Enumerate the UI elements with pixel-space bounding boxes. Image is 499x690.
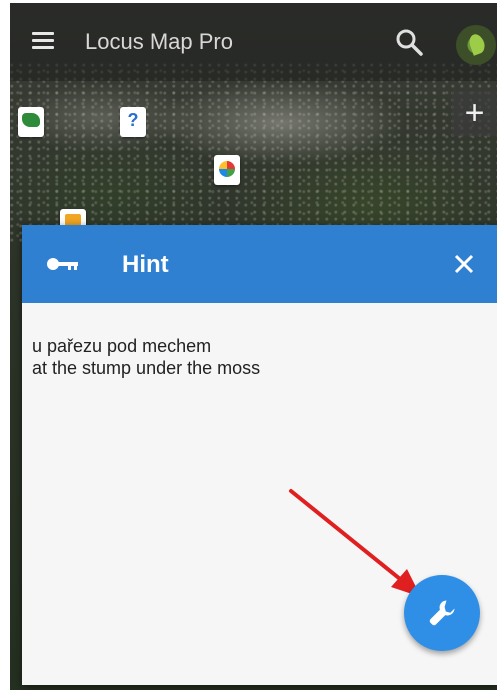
app-title: Locus Map Pro [85, 29, 233, 54]
dialog-header: Hint [22, 225, 497, 303]
leaf-marker-icon[interactable] [18, 107, 44, 137]
search-icon[interactable] [394, 27, 424, 57]
hint-line-english: at the stump under the moss [32, 358, 261, 378]
menu-icon[interactable] [32, 32, 54, 50]
zoom-in-button[interactable]: + [452, 91, 497, 136]
hint-line-czech: u pařezu pod mechem [32, 336, 212, 356]
dialog-title: Hint [122, 251, 169, 278]
hint-text: u pařezu pod mechem at the stump under t… [32, 335, 472, 379]
top-toolbar: Locus Map Pro [10, 3, 497, 81]
screenshot-frame: Locus Map Pro + [0, 0, 499, 690]
close-icon[interactable] [454, 254, 474, 274]
app-screen: Locus Map Pro + [10, 3, 497, 690]
gps-icon[interactable] [456, 25, 496, 65]
question-marker-icon[interactable] [120, 107, 146, 137]
tools-fab-button[interactable] [404, 575, 480, 651]
key-icon [46, 255, 80, 273]
wrench-icon [426, 597, 458, 629]
multicolor-marker-icon[interactable] [214, 155, 240, 185]
hint-dialog: Hint u pařezu pod mechem at the stump un… [22, 225, 497, 685]
